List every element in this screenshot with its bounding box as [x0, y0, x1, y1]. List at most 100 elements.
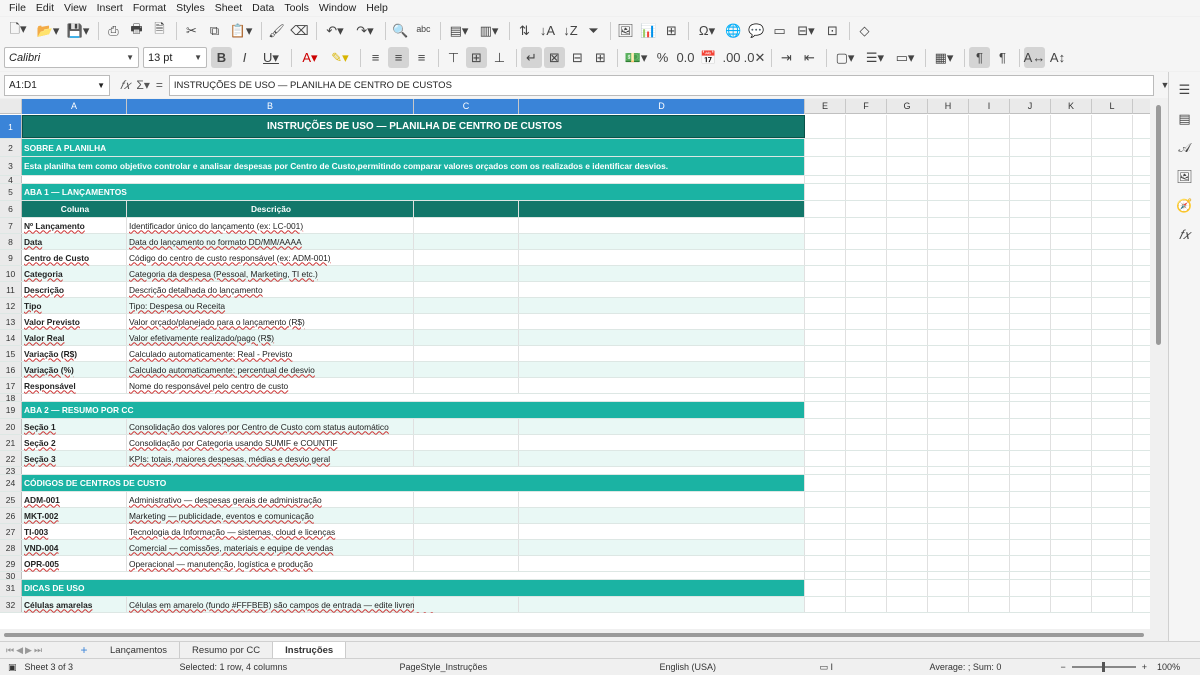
data-cell[interactable] [519, 314, 805, 329]
spreadsheet-grid[interactable]: ABCDEFGHIJKL 1 INSTRUÇÕES DE USO — PLANIL… [0, 99, 1150, 629]
data-cell[interactable] [414, 346, 519, 361]
column-header-l[interactable]: L [1092, 99, 1133, 114]
data-cell[interactable]: Categoria [22, 266, 127, 281]
empty-cell[interactable] [846, 115, 887, 138]
italic-icon[interactable]: I [234, 47, 255, 68]
align-center-icon[interactable]: ≡ [388, 47, 409, 68]
sort-descending-icon[interactable]: ↓Z [560, 20, 581, 41]
empty-cell[interactable] [805, 467, 846, 474]
redo-icon[interactable]: ↷▾ [351, 20, 379, 41]
data-cell[interactable] [519, 346, 805, 361]
data-cell[interactable]: Nome do responsável pelo centro de custo [127, 378, 414, 393]
font-name-box[interactable]: Calibri ▼ [4, 47, 139, 68]
empty-cell[interactable] [1051, 298, 1092, 313]
empty-cell[interactable] [887, 201, 928, 217]
data-cell[interactable] [414, 556, 519, 571]
empty-cell[interactable] [1051, 266, 1092, 281]
empty-cell[interactable] [1010, 330, 1051, 345]
row-header[interactable]: 7 [0, 218, 22, 233]
empty-cell[interactable] [1051, 475, 1092, 491]
export-pdf-icon[interactable]: ⎙ [103, 20, 124, 41]
column-heading-cell[interactable] [519, 201, 805, 217]
empty-cell[interactable] [1010, 139, 1051, 156]
empty-cell[interactable] [846, 314, 887, 329]
empty-cell[interactable] [1092, 492, 1133, 507]
data-cell[interactable]: Variação (%) [22, 362, 127, 377]
empty-cell[interactable] [969, 580, 1010, 596]
empty-cell[interactable] [928, 330, 969, 345]
empty-cell[interactable] [1092, 540, 1133, 555]
menu-file[interactable]: File [4, 0, 31, 16]
empty-cell[interactable] [1010, 524, 1051, 539]
data-cell[interactable]: Comercial — comissões, materiais e equip… [127, 540, 414, 555]
empty-cell[interactable] [1092, 266, 1133, 281]
empty-cell[interactable] [1051, 419, 1092, 434]
empty-cell[interactable] [969, 597, 1010, 612]
empty-cell[interactable] [1051, 139, 1092, 156]
language[interactable]: English (USA) [660, 662, 820, 672]
empty-cell[interactable] [22, 467, 805, 474]
merge-cells-icon[interactable]: ⊟ [567, 47, 588, 68]
save-icon[interactable]: 💾▾ [64, 20, 92, 41]
data-cell[interactable]: Consolidação por Categoria usando SUMIF … [127, 435, 414, 450]
empty-cell[interactable] [887, 524, 928, 539]
empty-cell[interactable] [928, 282, 969, 297]
empty-cell[interactable] [846, 282, 887, 297]
empty-cell[interactable] [1010, 402, 1051, 418]
empty-cell[interactable] [969, 176, 1010, 183]
empty-cell[interactable] [1092, 394, 1133, 401]
empty-cell[interactable] [969, 556, 1010, 571]
empty-cell[interactable] [805, 157, 846, 175]
empty-cell[interactable] [1010, 201, 1051, 217]
empty-cell[interactable] [969, 201, 1010, 217]
decrease-indent-icon[interactable]: ⇤ [799, 47, 820, 68]
empty-cell[interactable] [1010, 492, 1051, 507]
font-size-box[interactable]: 13 pt ▼ [143, 47, 207, 68]
empty-cell[interactable] [805, 419, 846, 434]
print-preview-icon[interactable]: 🗎 [149, 20, 170, 41]
next-sheet-icon[interactable]: ▶ [25, 645, 32, 656]
empty-cell[interactable] [928, 540, 969, 555]
insert-chart-icon[interactable]: 📊 [638, 20, 659, 41]
comment-icon[interactable]: 💬 [746, 20, 767, 41]
column-header-e[interactable]: E [805, 99, 846, 114]
empty-cell[interactable] [887, 314, 928, 329]
column-header-k[interactable]: K [1051, 99, 1092, 114]
row-header[interactable]: 30 [0, 571, 22, 581]
empty-cell[interactable] [969, 492, 1010, 507]
navigator-icon[interactable]: 🧭 [1175, 196, 1195, 216]
empty-cell[interactable] [969, 330, 1010, 345]
empty-cell[interactable] [969, 508, 1010, 523]
empty-cell[interactable] [969, 184, 1010, 200]
empty-cell[interactable] [1051, 184, 1092, 200]
empty-cell[interactable] [928, 580, 969, 596]
data-cell[interactable]: Nº Lançamento [22, 218, 127, 233]
empty-cell[interactable] [887, 394, 928, 401]
data-cell[interactable]: Descrição detalhada do lançamento [127, 282, 414, 297]
empty-cell[interactable] [969, 435, 1010, 450]
row-header[interactable]: 5 [0, 184, 22, 200]
empty-cell[interactable] [969, 402, 1010, 418]
empty-cell[interactable] [1051, 524, 1092, 539]
empty-cell[interactable] [969, 378, 1010, 393]
empty-cell[interactable] [1051, 201, 1092, 217]
empty-cell[interactable] [928, 201, 969, 217]
empty-cell[interactable] [887, 157, 928, 175]
empty-cell[interactable] [1092, 378, 1133, 393]
clear-formatting-icon[interactable]: ⌫ [289, 20, 310, 41]
data-cell[interactable] [519, 451, 805, 466]
gallery-icon[interactable]: 🖼 [1175, 167, 1195, 187]
empty-cell[interactable] [1051, 492, 1092, 507]
data-cell[interactable] [414, 266, 519, 281]
empty-cell[interactable] [928, 435, 969, 450]
data-cell[interactable]: Seção 3 [22, 451, 127, 466]
empty-cell[interactable] [1010, 467, 1051, 474]
empty-cell[interactable] [1010, 115, 1051, 138]
empty-cell[interactable] [1051, 115, 1092, 138]
empty-cell[interactable] [846, 597, 887, 612]
row-header[interactable]: 17 [0, 378, 22, 393]
empty-cell[interactable] [887, 508, 928, 523]
data-cell[interactable] [414, 419, 519, 434]
empty-cell[interactable] [1010, 475, 1051, 491]
text-direction-ltr-icon[interactable]: ¶ [969, 47, 990, 68]
